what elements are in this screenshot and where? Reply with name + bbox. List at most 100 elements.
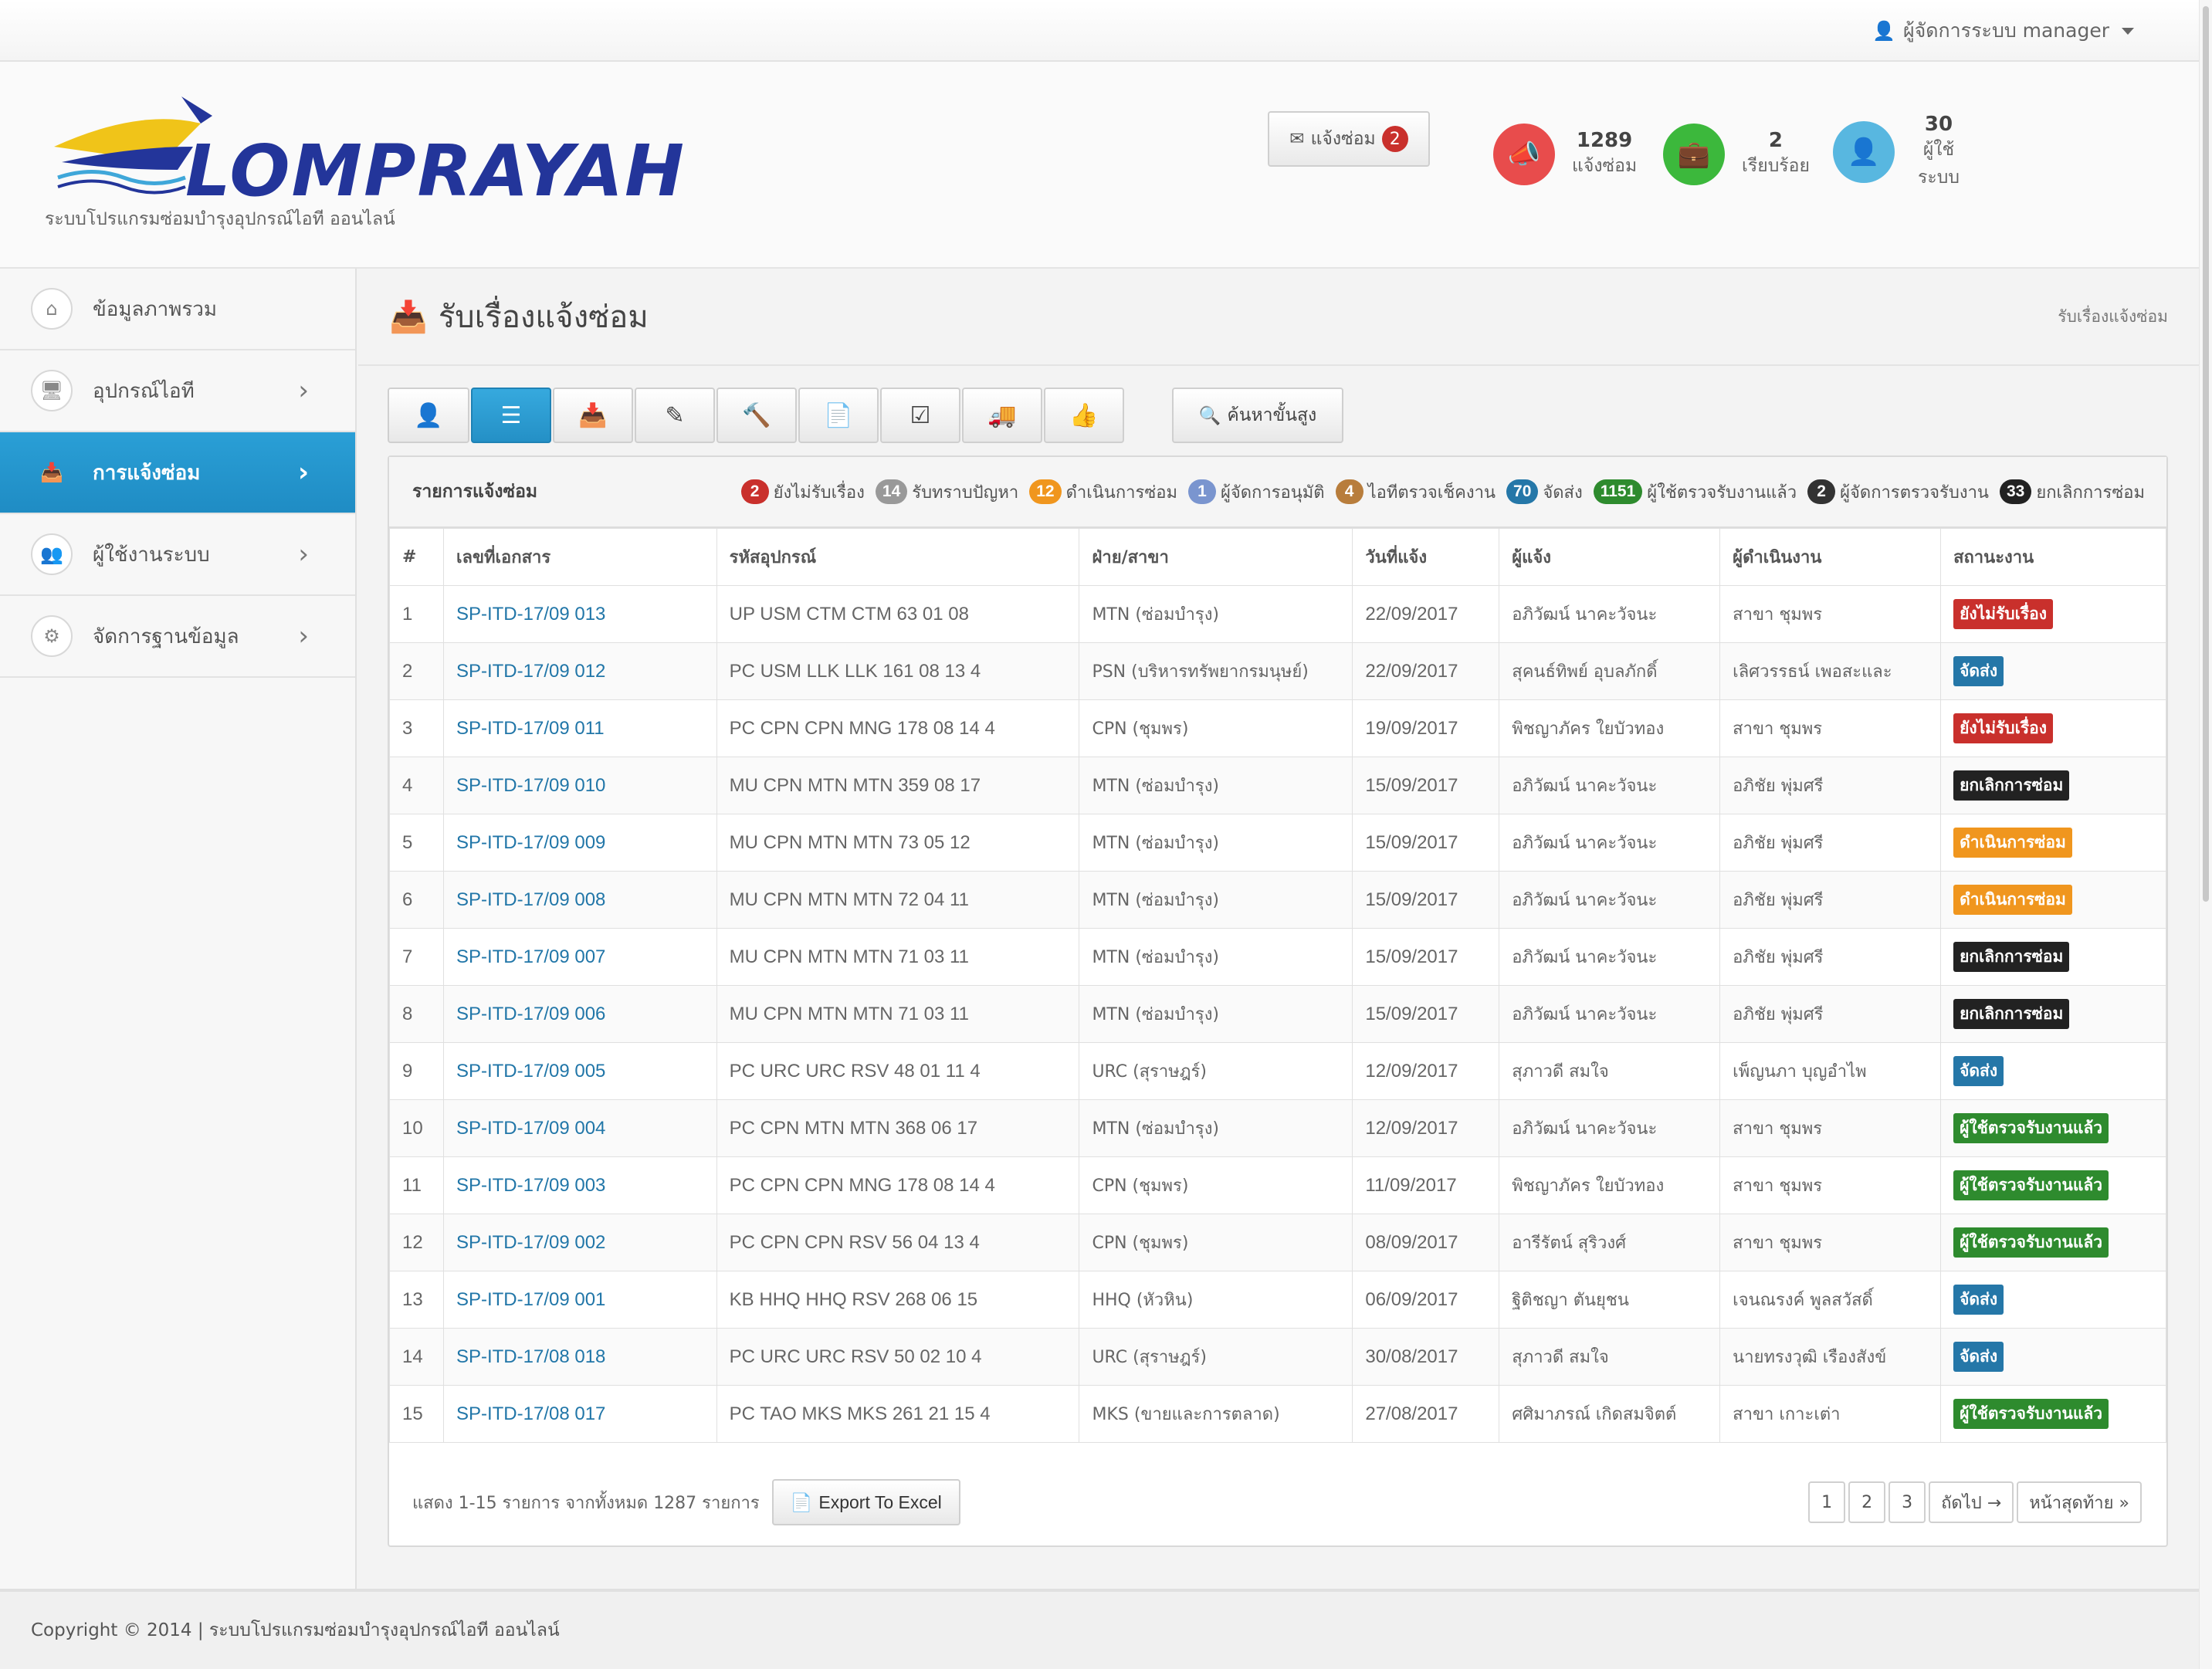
document-number-link[interactable]: SP-ITD-17/08 018 xyxy=(442,1328,717,1386)
row-number: 1 xyxy=(389,585,444,643)
page-link[interactable]: 2 xyxy=(1848,1481,1886,1523)
page-title-text: รับเรื่องแจ้งซ่อม xyxy=(438,300,649,335)
chevron-right-icon: › xyxy=(298,375,309,406)
operator-name: เพ็ญนภา บุญอำไพ xyxy=(1719,1042,1942,1100)
column-header[interactable]: ผู้แจ้ง xyxy=(1499,528,1721,586)
filter-list-button[interactable]: ☰ xyxy=(471,388,551,443)
document-number-link[interactable]: SP-ITD-17/09 002 xyxy=(442,1214,717,1271)
scrollbar-thumb[interactable] xyxy=(2203,6,2209,902)
department: MKS (ขายและการตลาด) xyxy=(1079,1385,1353,1443)
sidebar-item-it-equipment[interactable]: 🖥 อุปกรณ์ไอที › xyxy=(0,350,355,432)
device-code: PC URC URC RSV 50 02 10 4 xyxy=(716,1328,1080,1386)
page-link[interactable]: 1 xyxy=(1808,1481,1846,1523)
document-number-link[interactable]: SP-ITD-17/09 013 xyxy=(442,585,717,643)
advanced-search-button[interactable]: 🔍 ค้นหาขั้นสูง xyxy=(1172,388,1343,443)
filter-thumbs-up-button[interactable]: 👍 xyxy=(1044,388,1124,443)
table-row[interactable]: 3 SP-ITD-17/09 011 PC CPN CPN MNG 178 08 1… xyxy=(389,699,2166,757)
legend-count-badge: 33 xyxy=(1999,479,2032,504)
document-number-link[interactable]: SP-ITD-17/09 010 xyxy=(442,757,717,814)
table-row[interactable]: 2 SP-ITD-17/09 012 PC USM LLK LLK 161 08 1… xyxy=(389,642,2166,700)
filter-inbox-button[interactable]: 📥 xyxy=(553,388,633,443)
page-link[interactable]: หน้าสุดท้าย » xyxy=(2017,1481,2142,1523)
filter-gavel-button[interactable]: 🔨 xyxy=(716,388,797,443)
document-number-link[interactable]: SP-ITD-17/09 006 xyxy=(442,985,717,1043)
table-row[interactable]: 7 SP-ITD-17/09 007 MU CPN MTN MTN 71 03 11… xyxy=(389,928,2166,986)
table-row[interactable]: 13 SP-ITD-17/09 001 KB HHQ HHQ RSV 268 06 … xyxy=(389,1271,2166,1329)
sidebar-item-users[interactable]: 👥 ผู้ใช้งานระบบ › xyxy=(0,514,355,596)
row-number: 12 xyxy=(389,1214,444,1271)
device-code: PC CPN CPN RSV 56 04 13 4 xyxy=(716,1214,1080,1271)
document-number-link[interactable]: SP-ITD-17/09 004 xyxy=(442,1099,717,1157)
table-row[interactable]: 14 SP-ITD-17/08 018 PC URC URC RSV 50 02 1… xyxy=(389,1328,2166,1386)
table-row[interactable]: 9 SP-ITD-17/09 005 PC URC URC RSV 48 01 11… xyxy=(389,1042,2166,1100)
export-excel-button[interactable]: 📄 Export To Excel xyxy=(771,1479,960,1525)
report-date: 22/09/2017 xyxy=(1352,642,1500,700)
table-row[interactable]: 11 SP-ITD-17/09 003 PC CPN CPN MNG 178 08 … xyxy=(389,1156,2166,1214)
user-menu[interactable]: 👤 ผู้จัดการระบบ manager xyxy=(1872,17,2134,45)
status-badge: ดำเนินการซ่อม xyxy=(1953,828,2072,858)
table-row[interactable]: 1 SP-ITD-17/09 013 UP USM CTM CTM 63 01 08… xyxy=(389,585,2166,643)
operator-name: อภิชัย พุ่มศรี xyxy=(1719,757,1942,814)
document-number-link[interactable]: SP-ITD-17/09 011 xyxy=(442,699,717,757)
document-number-link[interactable]: SP-ITD-17/09 001 xyxy=(442,1271,717,1329)
document-number-link[interactable]: SP-ITD-17/09 009 xyxy=(442,814,717,872)
chevron-right-icon: › xyxy=(297,457,309,488)
sidebar-item-repair-requests[interactable]: 📥 การแจ้งซ่อม › xyxy=(0,432,355,514)
operator-name: สาขา ชุมพร xyxy=(1719,585,1942,643)
filter-truck-button[interactable]: 🚚 xyxy=(962,388,1042,443)
column-header[interactable]: เลขที่เอกสาร xyxy=(442,528,717,586)
device-code: PC USM LLK LLK 161 08 13 4 xyxy=(716,642,1080,700)
document-number-link[interactable]: SP-ITD-17/09 012 xyxy=(442,642,717,700)
panel-title: รายการแจ้งซ่อม xyxy=(412,482,538,502)
report-date: 15/09/2017 xyxy=(1352,928,1500,986)
document-number-link[interactable]: SP-ITD-17/09 005 xyxy=(442,1042,717,1100)
stat-users-label: ผู้ใช้ ระบบ xyxy=(1918,140,1960,188)
chevron-right-icon: › xyxy=(298,621,309,652)
table-row[interactable]: 12 SP-ITD-17/09 002 PC CPN CPN RSV 56 04 1… xyxy=(389,1214,2166,1271)
table-row[interactable]: 5 SP-ITD-17/09 009 MU CPN MTN MTN 73 05 12… xyxy=(389,814,2166,872)
column-header[interactable]: รหัสอุปกรณ์ xyxy=(716,528,1080,586)
operator-name: สาขา ชุมพร xyxy=(1719,1156,1942,1214)
document-number-link[interactable]: SP-ITD-17/09 008 xyxy=(442,871,717,929)
page-link[interactable]: ถัดไป → xyxy=(1929,1481,2014,1523)
table-row[interactable]: 4 SP-ITD-17/09 010 MU CPN MTN MTN 359 08 1… xyxy=(389,757,2166,814)
table-row[interactable]: 10 SP-ITD-17/09 004 PC CPN MTN MTN 368 06 … xyxy=(389,1099,2166,1157)
reporter-name: อภิวัฒน์ นาคะวัจนะ xyxy=(1499,585,1721,643)
reporter-name: อภิวัฒน์ นาคะวัจนะ xyxy=(1499,928,1721,986)
document-number-link[interactable]: SP-ITD-17/08 017 xyxy=(442,1385,717,1443)
page-header: 📥 รับเรื่องแจ้งซ่อม รับเรื่องแจ้งซ่อม xyxy=(358,269,2199,366)
column-header[interactable]: วันที่แจ้ง xyxy=(1352,528,1500,586)
legend-label: ยังไม่รับเรื่อง xyxy=(773,482,865,503)
filter-check-button[interactable]: ☑ xyxy=(880,388,960,443)
main-content: 📥 รับเรื่องแจ้งซ่อม รับเรื่องแจ้งซ่อม 👤 … xyxy=(358,269,2199,1589)
table-row[interactable]: 15 SP-ITD-17/08 017 PC TAO MKS MKS 261 21 … xyxy=(389,1385,2166,1443)
vertical-scrollbar[interactable] xyxy=(2199,0,2212,1669)
device-code: PC CPN CPN MNG 178 08 14 4 xyxy=(716,699,1080,757)
row-number: 7 xyxy=(389,928,444,986)
document-number-link[interactable]: SP-ITD-17/09 007 xyxy=(442,928,717,986)
column-header[interactable]: ผู้ดำเนินงาน xyxy=(1719,528,1942,586)
table-row[interactable]: 8 SP-ITD-17/09 006 MU CPN MTN MTN 71 03 11… xyxy=(389,985,2166,1043)
column-header[interactable]: สถานะงาน xyxy=(1940,528,2166,586)
operator-name: นายทรงวุฒิ เรืองสังข์ xyxy=(1719,1328,1942,1386)
sidebar-item-overview[interactable]: ⌂ ข้อมูลภาพรวม xyxy=(0,269,355,350)
page-link[interactable]: 3 xyxy=(1888,1481,1926,1523)
filter-user-button[interactable]: 👤 xyxy=(388,388,469,443)
table-row[interactable]: 6 SP-ITD-17/09 008 MU CPN MTN MTN 72 04 11… xyxy=(389,871,2166,929)
row-number: 14 xyxy=(389,1328,444,1386)
status-badge: ผู้ใช้ตรวจรับงานแล้ว xyxy=(1953,1227,2109,1258)
breadcrumb[interactable]: รับเรื่องแจ้งซ่อม xyxy=(2058,304,2168,330)
legend-label: รับทราบปัญหา xyxy=(912,482,1019,503)
filter-file-button[interactable]: 📄 xyxy=(798,388,879,443)
sidebar-item-database[interactable]: ⚙ จัดการฐานข้อมูล › xyxy=(0,596,355,678)
row-number: 9 xyxy=(389,1042,444,1100)
logo: LOMPRAYAH xyxy=(46,93,684,212)
filter-edit-button[interactable]: ✎ xyxy=(635,388,715,443)
document-number-link[interactable]: SP-ITD-17/09 003 xyxy=(442,1156,717,1214)
device-code: PC TAO MKS MKS 261 21 15 4 xyxy=(716,1385,1080,1443)
column-header[interactable]: ฝ่าย/สาขา xyxy=(1079,528,1353,586)
report-date: 06/09/2017 xyxy=(1352,1271,1500,1329)
notify-button[interactable]: ✉ แจ้งซ่อม 2 xyxy=(1268,111,1430,167)
column-header[interactable]: # xyxy=(389,528,444,586)
envelope-icon: ✉ xyxy=(1289,129,1305,149)
